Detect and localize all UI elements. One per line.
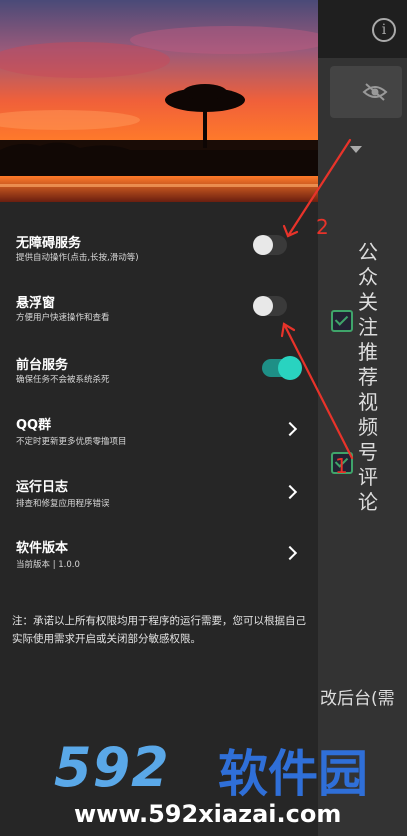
item-subtitle: 排查和修复应用程序错误	[16, 499, 110, 509]
menu-item-software-version[interactable]: 软件版本 当前版本 | 1.0.0	[0, 537, 318, 597]
chevron-right-icon	[282, 545, 298, 561]
item-title: 运行日志	[16, 480, 69, 495]
watermark-url: www.592xiazai.com	[74, 800, 342, 828]
header-landscape-image	[0, 0, 318, 202]
item-subtitle: 当前版本 | 1.0.0	[16, 560, 80, 570]
menu-item-qq-group[interactable]: QQ群 不定时更新更多优质零撸项目	[0, 414, 318, 474]
annotation-label-1: 1	[335, 454, 348, 478]
item-title: 软件版本	[16, 541, 69, 556]
item-title: QQ群	[16, 418, 52, 433]
item-subtitle: 方便用户快速操作和查看	[16, 313, 110, 323]
background-vertical-text: 公众关注推荐视频号评论	[358, 240, 378, 514]
toggle-knob	[253, 235, 273, 255]
toggle-knob	[253, 296, 273, 316]
watermark-logo-text: 软件园	[218, 745, 368, 803]
permissions-note: 注：承诺以上所有权限均用于程序的运行需要，您可以根据自己实际使用需求开启或关闭部…	[12, 615, 306, 645]
watermark-logo-number: 592	[54, 736, 170, 799]
foreground-service-toggle[interactable]	[262, 356, 302, 380]
item-title: 前台服务	[16, 358, 69, 373]
menu-item-run-log[interactable]: 运行日志 排查和修复应用程序错误	[0, 476, 318, 536]
item-title: 无障碍服务	[16, 236, 82, 251]
annotation-label-2: 2	[316, 215, 329, 239]
chevron-right-icon	[282, 421, 298, 437]
item-subtitle: 不定时更新更多优质零撸项目	[16, 437, 127, 447]
item-title: 悬浮窗	[16, 296, 56, 311]
accessibility-toggle[interactable]	[253, 235, 287, 255]
eye-off-icon[interactable]	[362, 82, 388, 102]
menu-item-accessibility[interactable]: 无障碍服务 提供自动操作(点击,长按,滑动等)	[0, 226, 318, 286]
toggle-knob	[278, 356, 302, 380]
info-icon[interactable]: i	[372, 18, 396, 42]
dropdown-caret-icon[interactable]	[350, 146, 362, 153]
menu-item-floating-window[interactable]: 悬浮窗 方便用户快速操作和查看	[0, 290, 318, 350]
checkbox-1[interactable]	[331, 310, 353, 332]
navigation-drawer: 无障碍服务 提供自动操作(点击,长按,滑动等) 悬浮窗 方便用户快速操作和查看 …	[0, 0, 318, 836]
menu-item-foreground-service[interactable]: 前台服务 确保任务不会被系统杀死	[0, 352, 318, 412]
background-bottom-text: 改后台(需	[320, 689, 395, 709]
item-subtitle: 确保任务不会被系统杀死	[16, 375, 110, 385]
chevron-right-icon	[282, 484, 298, 500]
floating-window-toggle[interactable]	[253, 296, 287, 316]
item-subtitle: 提供自动操作(点击,长按,滑动等)	[16, 253, 139, 263]
